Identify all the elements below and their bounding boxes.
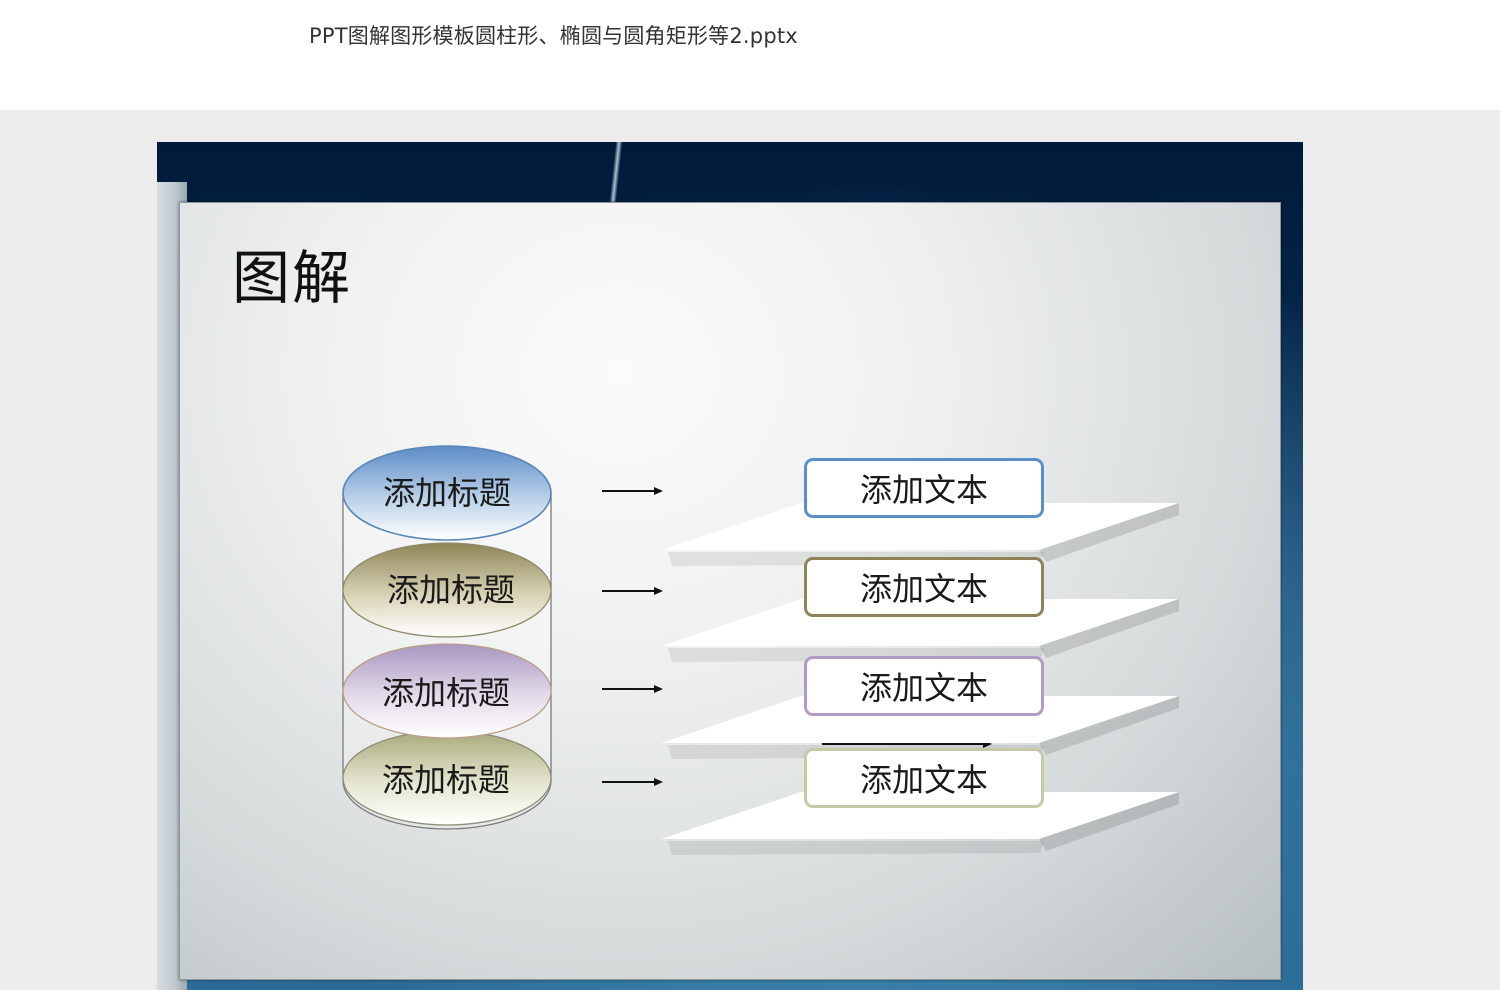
background-light-stripe	[609, 142, 623, 202]
content-panel: 图解 添加标题 添加标题 添加标题 添加标题 添加文本 添加文本 添加文本 添加…	[179, 202, 1281, 980]
text-box-label-4: 添加文本	[859, 761, 988, 799]
arrow-2	[602, 587, 663, 595]
arrow-3	[602, 685, 663, 693]
text-box-3[interactable]: 添加文本	[804, 656, 1044, 716]
cylinder-label-1: 添加标题	[382, 474, 511, 512]
cylinder-label-2: 添加标题	[386, 571, 515, 609]
text-box-4[interactable]: 添加文本	[804, 748, 1044, 808]
text-box-label-2: 添加文本	[859, 570, 988, 608]
cylinder-label-3: 添加标题	[381, 674, 510, 712]
text-box-label-3: 添加文本	[859, 669, 988, 707]
arrow-4	[602, 778, 663, 786]
text-box-2[interactable]: 添加文本	[804, 557, 1044, 617]
cylinder-label-4: 添加标题	[381, 761, 510, 799]
slide-title: 图解	[232, 244, 353, 312]
slide-canvas: 图解 添加标题 添加标题 添加标题 添加标题 添加文本 添加文本 添加文本 添加…	[157, 142, 1303, 990]
text-box-1[interactable]: 添加文本	[804, 458, 1044, 518]
document-title: PPT图解图形模板圆柱形、椭圆与圆角矩形等2.pptx	[309, 24, 798, 48]
arrow-1	[602, 487, 663, 495]
document-header: PPT图解图形模板圆柱形、椭圆与圆角矩形等2.pptx	[0, 0, 1500, 110]
text-box-label-1: 添加文本	[859, 471, 988, 509]
